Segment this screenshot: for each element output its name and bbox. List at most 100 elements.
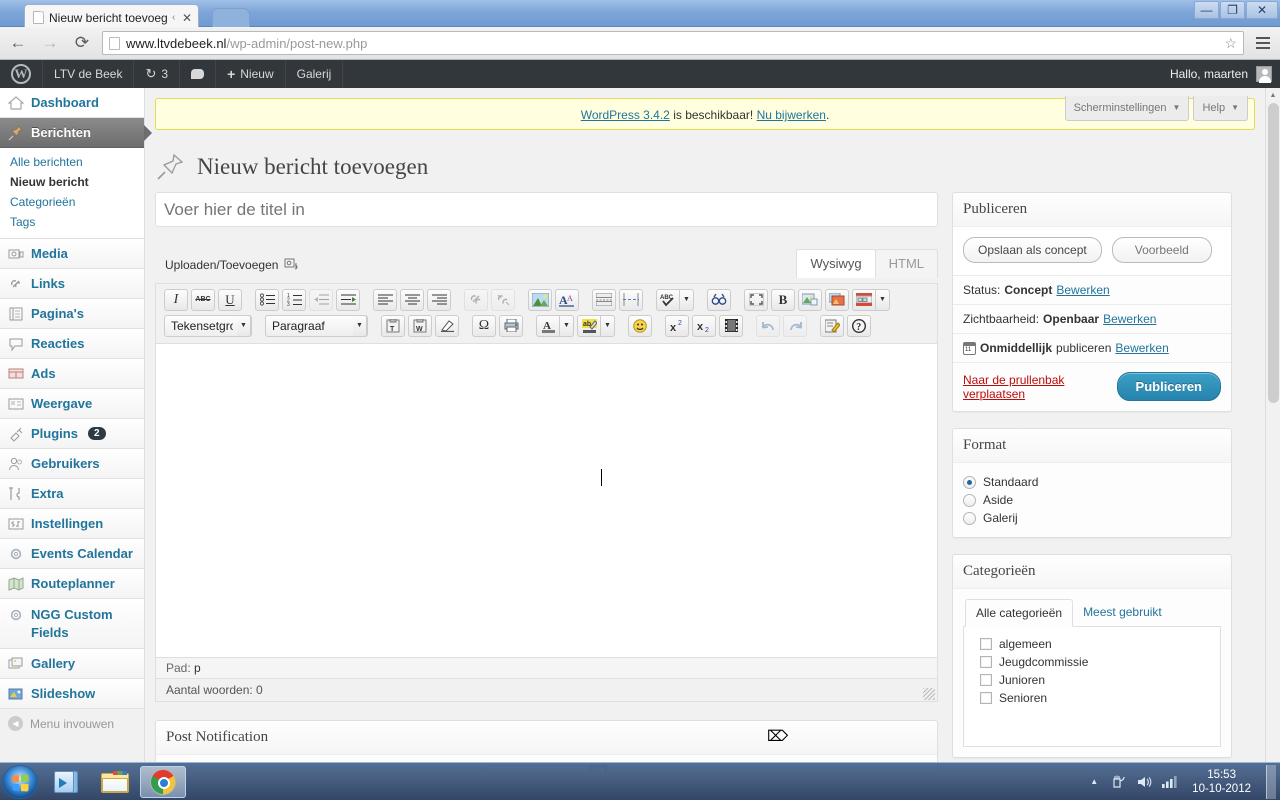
tab-all-categories[interactable]: Alle categorieën xyxy=(965,599,1074,627)
category-item[interactable]: Junioren xyxy=(974,671,1210,689)
insert-link-button[interactable] xyxy=(464,288,488,311)
close-window-button[interactable]: ✕ xyxy=(1246,1,1278,19)
background-color-dropdown-arrow[interactable]: ▼ xyxy=(601,314,615,337)
sidebar-item-berichten[interactable]: Berichten xyxy=(0,118,152,148)
radio-icon[interactable] xyxy=(963,475,976,489)
indent-button[interactable] xyxy=(336,288,360,311)
show-hidden-icons-icon[interactable]: ▲ xyxy=(1086,774,1102,790)
edit-status-link[interactable]: Bewerken xyxy=(1056,283,1109,297)
category-item[interactable]: Jeugdcommissie xyxy=(974,653,1210,671)
format-option-aside[interactable]: Aside xyxy=(963,491,1221,509)
text-color-button[interactable]: A xyxy=(536,314,560,337)
insert-more-button[interactable]: AA xyxy=(555,288,579,311)
background-color-button[interactable]: ab xyxy=(577,314,601,337)
fullscreen-button[interactable] xyxy=(744,288,768,311)
edit-custom-button[interactable] xyxy=(820,314,844,337)
sidebar-subitem-nieuw-bericht[interactable]: Nieuw bericht xyxy=(0,172,144,192)
spellcheck-button[interactable]: ABC xyxy=(656,288,680,311)
tab-close-icon[interactable]: ✕ xyxy=(182,12,192,24)
sidebar-item-instellingen[interactable]: Instellingen xyxy=(0,509,144,539)
screen-options-button[interactable]: Scherminstellingen ▼ xyxy=(1064,96,1190,121)
checkbox-icon[interactable] xyxy=(980,656,992,668)
text-color-dropdown-arrow[interactable]: ▼ xyxy=(560,314,574,337)
sidebar-item-events-calendar[interactable]: Events Calendar xyxy=(0,539,144,569)
scrollbar-thumb[interactable] xyxy=(1268,103,1279,403)
sidebar-item-weergave[interactable]: Weergave xyxy=(0,389,144,419)
checkbox-icon[interactable] xyxy=(980,692,992,704)
insert-slideshow-button[interactable] xyxy=(852,288,876,311)
sidebar-item-reacties[interactable]: Reacties xyxy=(0,329,144,359)
publish-button[interactable]: Publiceren xyxy=(1116,372,1221,401)
new-content-menu[interactable]: + Nieuw xyxy=(216,60,286,88)
bullet-list-button[interactable] xyxy=(255,288,279,311)
sidebar-item-ngg-custom-fields[interactable]: NGG Custom Fields xyxy=(0,599,144,650)
chevron-down-icon[interactable]: ▼ xyxy=(237,314,251,337)
updates-menu[interactable]: ↻ 3 xyxy=(134,60,181,88)
editor-resize-handle[interactable] xyxy=(923,688,935,700)
chrome-menu-icon[interactable] xyxy=(1252,31,1274,55)
slideshow-dropdown-arrow[interactable]: ▼ xyxy=(876,288,890,311)
taskbar-windows-explorer[interactable] xyxy=(92,766,138,798)
wp-logo-menu[interactable]: W xyxy=(0,60,43,88)
show-desktop-button[interactable] xyxy=(1266,764,1276,799)
reload-icon[interactable]: ⟳ xyxy=(70,31,94,55)
collapse-menu-button[interactable]: ◀ Menu invouwen xyxy=(0,709,144,738)
post-title-input[interactable] xyxy=(155,192,938,227)
page-scrollbar[interactable]: ▲ xyxy=(1265,88,1280,771)
subscript-button[interactable]: x2 xyxy=(692,314,716,337)
update-now-link[interactable]: Nu bijwerken xyxy=(757,108,826,122)
category-item[interactable]: algemeen xyxy=(974,635,1210,653)
scroll-up-icon[interactable]: ▲ xyxy=(1266,88,1280,103)
checkbox-icon[interactable] xyxy=(980,638,992,650)
volume-icon[interactable] xyxy=(1136,774,1152,790)
sidebar-item-plugins[interactable]: Plugins 2 xyxy=(0,419,144,449)
help-button[interactable]: Help ▼ xyxy=(1193,96,1248,121)
wp-version-link[interactable]: WordPress 3.4.2 xyxy=(581,108,670,122)
tab-html[interactable]: HTML xyxy=(874,249,938,278)
sidebar-subitem-categorieen[interactable]: Categorieën xyxy=(0,192,144,212)
radio-icon[interactable] xyxy=(963,493,976,507)
site-name-menu[interactable]: LTV de Beek xyxy=(43,60,135,88)
numbered-list-button[interactable]: 123 xyxy=(282,288,306,311)
bookmark-star-icon[interactable]: ☆ xyxy=(1224,35,1237,52)
taskbar-google-chrome[interactable] xyxy=(140,765,186,798)
help-button[interactable]: ? xyxy=(847,314,871,337)
comments-menu[interactable] xyxy=(180,60,217,88)
insert-video-button[interactable] xyxy=(719,314,743,337)
chevron-down-icon[interactable]: ▼ xyxy=(353,314,367,337)
smiley-button[interactable] xyxy=(628,314,652,337)
format-option-galerij[interactable]: Galerij xyxy=(963,509,1221,527)
sidebar-item-dashboard[interactable]: Dashboard xyxy=(0,88,144,118)
paste-as-text-button[interactable]: T xyxy=(381,314,405,337)
tab-most-used[interactable]: Meest gebruikt xyxy=(1073,599,1172,626)
insert-gallery-button[interactable] xyxy=(825,288,849,311)
gallery-menu[interactable]: Galerij xyxy=(286,60,344,88)
taskbar-windows-media-player[interactable] xyxy=(44,766,90,798)
sidebar-item-ads[interactable]: Ads xyxy=(0,359,144,389)
unlink-button[interactable] xyxy=(491,288,515,311)
action-center-icon[interactable] xyxy=(1111,774,1127,790)
tab-wysiwyg[interactable]: Wysiwyg xyxy=(796,249,876,278)
sidebar-item-extra[interactable]: Extra xyxy=(0,479,144,509)
sidebar-subitem-tags[interactable]: Tags xyxy=(0,212,144,232)
category-item[interactable]: Senioren xyxy=(974,689,1210,707)
remove-formatting-button[interactable] xyxy=(435,314,459,337)
start-orb[interactable] xyxy=(2,764,38,799)
underline-button[interactable]: U xyxy=(218,288,242,311)
italic-button[interactable]: I xyxy=(164,288,188,311)
sidebar-item-slideshow[interactable]: Slideshow xyxy=(0,679,144,710)
special-character-button[interactable]: Ω xyxy=(472,314,496,337)
account-menu[interactable]: Hallo, maarten xyxy=(1170,60,1280,88)
align-left-button[interactable] xyxy=(373,288,397,311)
superscript-button[interactable]: x2 xyxy=(665,314,689,337)
radio-icon[interactable] xyxy=(963,511,976,525)
insert-image-button[interactable] xyxy=(528,288,552,311)
address-bar[interactable]: www.ltvdebeek.nl/wp-admin/post-new.php ☆ xyxy=(102,31,1244,55)
sidebar-item-gebruikers[interactable]: Gebruikers xyxy=(0,449,144,479)
charset-select[interactable]: Tekensetgroepen ▼ xyxy=(164,314,252,337)
paste-from-word-button[interactable]: W xyxy=(408,314,432,337)
search-replace-button[interactable] xyxy=(707,288,731,311)
minimize-button[interactable]: — xyxy=(1194,1,1219,19)
forward-icon[interactable]: → xyxy=(38,31,62,55)
edit-visibility-link[interactable]: Bewerken xyxy=(1103,312,1156,326)
